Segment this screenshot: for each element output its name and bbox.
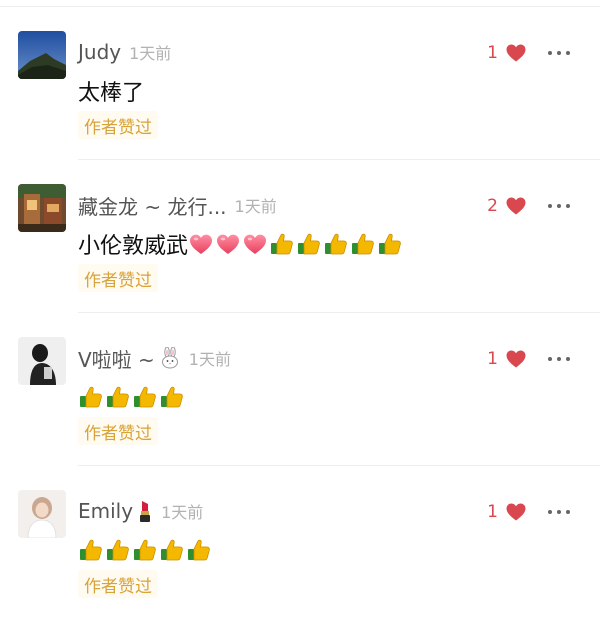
more-dot — [557, 51, 561, 55]
emoji-row — [78, 537, 213, 563]
more-options-button[interactable] — [548, 347, 570, 371]
avatar[interactable] — [18, 337, 66, 385]
comment-item: V啦啦 ~ 1天前 1 作者赞过 — [0, 313, 600, 466]
like-button[interactable]: 2 — [487, 194, 526, 218]
more-dot — [557, 204, 561, 208]
timestamp: 1天前 — [234, 197, 277, 216]
thumbs-up-emoji-icon — [296, 231, 322, 257]
more-dot — [566, 204, 570, 208]
heart-icon — [506, 350, 526, 368]
more-dot — [548, 510, 552, 514]
name-row: Judy 1天前 — [78, 37, 171, 67]
more-dot — [557, 357, 561, 361]
comment-text — [78, 381, 186, 413]
like-button[interactable]: 1 — [487, 347, 526, 371]
thumbs-up-emoji-icon — [105, 537, 131, 563]
lipstick-icon — [137, 499, 153, 523]
like-count: 1 — [487, 502, 498, 522]
more-dot — [566, 357, 570, 361]
comment-item: Judy 1天前 1 太棒了 作者赞过 — [0, 7, 600, 160]
like-button[interactable]: 1 — [487, 41, 526, 65]
comment-text-value: 太棒了 — [78, 81, 145, 106]
author-liked-badge: 作者赞过 — [78, 264, 158, 292]
author-liked-badge: 作者赞过 — [78, 111, 158, 139]
comment-text — [78, 534, 213, 566]
heart-icon — [506, 44, 526, 62]
author-liked-badge: 作者赞过 — [78, 417, 158, 445]
thumbs-up-emoji-icon — [186, 537, 212, 563]
thumbs-up-emoji-icon — [132, 537, 158, 563]
like-count: 2 — [487, 196, 498, 216]
comment-text-value: 小伦敦威武 — [78, 234, 189, 259]
like-button[interactable]: 1 — [487, 500, 526, 524]
heart-icon — [506, 503, 526, 521]
avatar[interactable] — [18, 490, 66, 538]
thumbs-up-emoji-icon — [105, 384, 131, 410]
more-dot — [548, 51, 552, 55]
timestamp: 1天前 — [129, 44, 172, 63]
heart-emoji-icon — [242, 231, 268, 257]
more-dot — [566, 51, 570, 55]
thumbs-up-emoji-icon — [78, 384, 104, 410]
comment-item: 藏金龙 ~ 龙行... 1天前 2 小伦敦威武 作者赞过 — [0, 160, 600, 313]
thumbs-up-emoji-icon — [269, 231, 295, 257]
comment-item: Emily 1天前 1 作者赞过 — [0, 466, 600, 619]
thumbs-up-emoji-icon — [323, 231, 349, 257]
heart-icon — [506, 197, 526, 215]
thumbs-up-emoji-icon — [132, 384, 158, 410]
emoji-row — [188, 231, 404, 257]
timestamp: 1天前 — [188, 350, 231, 369]
more-dot — [557, 510, 561, 514]
avatar[interactable] — [18, 31, 66, 79]
more-options-button[interactable] — [548, 194, 570, 218]
like-count: 1 — [487, 349, 498, 369]
thumbs-up-emoji-icon — [377, 231, 403, 257]
comment-text: 太棒了 — [78, 75, 144, 107]
user-name[interactable]: Emily — [78, 499, 133, 523]
name-row: 藏金龙 ~ 龙行... 1天前 — [78, 190, 277, 220]
thumbs-up-emoji-icon — [159, 384, 185, 410]
more-options-button[interactable] — [548, 500, 570, 524]
user-name[interactable]: V啦啦 ~ — [78, 344, 155, 373]
heart-emoji-icon — [188, 231, 214, 257]
rabbit-icon — [159, 347, 181, 369]
name-row: V啦啦 ~ 1天前 — [78, 343, 231, 373]
more-dot — [548, 204, 552, 208]
user-name[interactable]: 藏金龙 ~ 龙行... — [78, 191, 227, 220]
user-name[interactable]: Judy — [78, 40, 121, 64]
like-count: 1 — [487, 43, 498, 63]
comment-text: 小伦敦威武 — [78, 228, 404, 260]
thumbs-up-emoji-icon — [159, 537, 185, 563]
heart-emoji-icon — [215, 231, 241, 257]
name-row: Emily 1天前 — [78, 496, 203, 526]
timestamp: 1天前 — [161, 503, 204, 522]
more-dot — [566, 510, 570, 514]
thumbs-up-emoji-icon — [350, 231, 376, 257]
thumbs-up-emoji-icon — [78, 537, 104, 563]
author-liked-badge: 作者赞过 — [78, 570, 158, 598]
emoji-row — [78, 384, 186, 410]
avatar[interactable] — [18, 184, 66, 232]
more-options-button[interactable] — [548, 41, 570, 65]
more-dot — [548, 357, 552, 361]
